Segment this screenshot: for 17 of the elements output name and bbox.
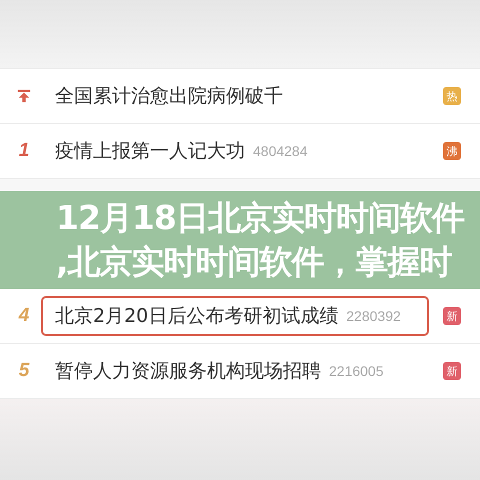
rank-number: 4 (18, 305, 30, 327)
status-badge: 新 (443, 362, 461, 380)
rank-number: 5 (18, 360, 30, 382)
pin-top-icon (17, 89, 31, 103)
heat-count: 2280392 (346, 308, 401, 324)
heat-count: 2216005 (329, 363, 384, 379)
banner-title: 12月18日北京实时时间软件 (56, 197, 466, 239)
status-badge: 沸 (443, 142, 461, 160)
topic-link[interactable]: 北京2月20日后公布考研初试成绩 (55, 303, 338, 329)
status-badge: 热 (443, 87, 461, 105)
status-badge: 新 (443, 307, 461, 325)
topic-link[interactable]: 疫情上报第一人记大功 (55, 138, 245, 164)
topic-link[interactable]: 全国累计治愈出院病例破千 (55, 83, 283, 109)
rank-number: 1 (18, 140, 30, 162)
banner-title: ,北京实时时间软件，掌握时 (56, 241, 453, 283)
topic-link[interactable]: 暂停人力资源服务机构现场招聘 (55, 358, 321, 384)
heat-count: 4804284 (253, 143, 308, 159)
